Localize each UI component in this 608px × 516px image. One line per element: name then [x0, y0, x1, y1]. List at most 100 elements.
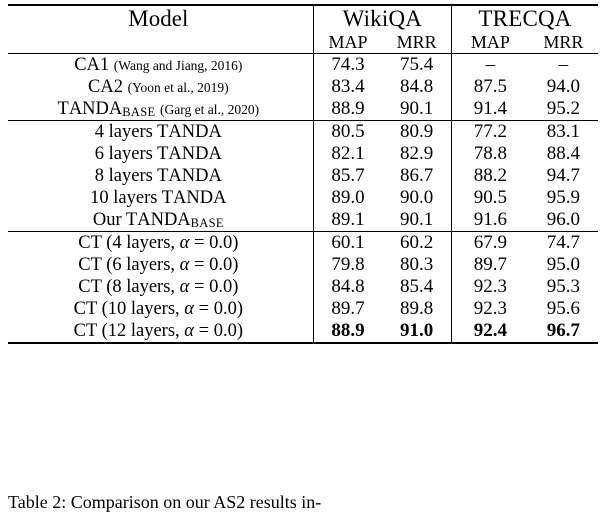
- cell-trecqa-mrr: 95.9: [546, 187, 581, 208]
- row-model-ca2: CA2 (Yoon et al., 2019): [8, 76, 313, 98]
- cell-wikiqa-map: 89.0: [312, 187, 383, 209]
- cell-wikiqa-mrr: 80.3: [400, 254, 434, 275]
- table-row: CT (8 layers, α = 0.0) 84.8 85.4 92.3 95…: [8, 276, 598, 298]
- cell-trecqa-map: 67.9: [451, 231, 529, 254]
- cell-wikiqa-map: 80.5: [312, 120, 383, 143]
- cell-wikiqa-mrr: 60.2: [382, 231, 452, 254]
- cell-trecqa-mrr: –: [528, 53, 598, 76]
- row-model-ct-8-layers: CT (8 layers, α = 0.0): [8, 276, 313, 298]
- header-wikiqa-map: MAP: [312, 32, 383, 54]
- model-name-smallcaps: ANDA: [137, 210, 191, 230]
- model-name: CT (4 layers,: [78, 233, 180, 253]
- model-name-smallcaps: ANDA: [168, 166, 222, 186]
- cell-wikiqa-mrr: 90.0: [400, 187, 434, 208]
- cell-trecqa-mrr: 95.2: [546, 98, 581, 119]
- cell-trecqa-map: 87.5: [451, 76, 529, 98]
- model-name: 4 layers T: [94, 122, 169, 142]
- alpha-value: = 0.0): [189, 277, 239, 297]
- cell-trecqa-mrr: 83.1: [528, 120, 598, 143]
- row-model-10-layers-tanda: 10 layers TANDA: [8, 187, 313, 209]
- cell-trecqa-map: 91.6: [451, 209, 529, 232]
- model-name: 8 layers T: [94, 166, 169, 186]
- model-name: 10 layers T: [90, 188, 174, 208]
- cell-wikiqa-map: 84.8: [312, 276, 383, 298]
- cell-trecqa-map: 78.8: [451, 143, 529, 165]
- table-row: CT (10 layers, α = 0.0) 89.7 89.8 92.3 9…: [8, 298, 598, 320]
- header-trecqa-map: MAP: [451, 32, 529, 54]
- table-row: CT (6 layers, α = 0.0) 79.8 80.3 89.7 95…: [8, 254, 598, 276]
- cell-trecqa-mrr: 96.0: [546, 209, 581, 230]
- cell-wikiqa-mrr: 80.9: [382, 120, 452, 143]
- model-citation: (Wang and Jiang, 2016): [113, 58, 243, 73]
- alpha-symbol: α: [179, 255, 190, 275]
- table-row: CT (4 layers, α = 0.0) 60.1 60.2 67.9 74…: [8, 231, 598, 254]
- cell-wikiqa-map: 60.1: [312, 231, 383, 254]
- cell-wikiqa-map: 88.9: [312, 320, 383, 344]
- model-name-smallcaps: ANDA: [168, 144, 222, 164]
- cell-trecqa-map: 92.3: [451, 298, 529, 320]
- model-name: CT (6 layers,: [78, 255, 180, 275]
- model-name-smallcaps: ANDA: [168, 122, 222, 142]
- table-row: TANDABASE (Garg et al., 2020) 88.9 90.1 …: [8, 98, 598, 121]
- row-model-ct-6-layers: CT (6 layers, α = 0.0): [8, 254, 313, 276]
- cell-wikiqa-map: 83.4: [312, 76, 383, 98]
- cell-wikiqa-mrr: 90.1: [400, 98, 434, 119]
- row-model-8-layers-tanda: 8 layers TANDA: [8, 165, 313, 187]
- cell-trecqa-map: 77.2: [451, 120, 529, 143]
- header-group-wikiqa: WikiQA: [312, 4, 452, 32]
- cell-wikiqa-map: 74.3: [312, 53, 383, 76]
- cell-wikiqa-map: 85.7: [312, 165, 383, 187]
- cell-trecqa-map: 89.7: [451, 254, 529, 276]
- cell-wikiqa-mrr: 82.9: [400, 143, 434, 164]
- cell-wikiqa-map: 89.1: [312, 209, 383, 232]
- model-name: CT (12 layers,: [73, 321, 185, 341]
- alpha-value: = 0.0): [194, 299, 243, 319]
- table-row: 4 layers TANDA 80.5 80.9 77.2 83.1: [8, 120, 598, 143]
- header-trecqa-mrr: MRR: [543, 32, 584, 52]
- model-name: CT (8 layers,: [78, 277, 180, 297]
- alpha-symbol: α: [179, 233, 190, 253]
- alpha-symbol: α: [184, 299, 195, 319]
- model-name: Our T: [92, 210, 138, 230]
- cell-trecqa-map: 90.5: [451, 187, 529, 209]
- model-name: CA1: [74, 55, 110, 75]
- alpha-value: = 0.0): [194, 321, 243, 341]
- cell-trecqa-mrr: 74.7: [528, 231, 598, 254]
- cell-trecqa-map: 92.3: [451, 276, 529, 298]
- model-citation: (Garg et al., 2020): [160, 102, 260, 117]
- alpha-symbol: α: [179, 277, 190, 297]
- cell-trecqa-map: 88.2: [451, 165, 529, 187]
- row-model-our-tanda-base: Our TANDABASE: [8, 209, 313, 232]
- cell-wikiqa-mrr: 86.7: [400, 165, 434, 186]
- cell-trecqa-mrr: 95.6: [546, 298, 581, 319]
- row-model-ct-4-layers: CT (4 layers, α = 0.0): [8, 231, 314, 254]
- model-name: T: [57, 99, 69, 119]
- table-row: 10 layers TANDA 89.0 90.0 90.5 95.9: [8, 187, 598, 209]
- cell-wikiqa-mrr: 90.1: [400, 209, 434, 230]
- table-row: 6 layers TANDA 82.1 82.9 78.8 88.4: [8, 143, 598, 165]
- alpha-value: = 0.0): [189, 233, 239, 253]
- row-model-ct-10-layers: CT (10 layers, α = 0.0): [8, 298, 313, 320]
- cell-trecqa-map: 91.4: [451, 98, 529, 121]
- table-row: CA1 (Wang and Jiang, 2016) 74.3 75.4 – –: [8, 53, 598, 76]
- cell-wikiqa-mrr: 75.4: [382, 53, 452, 76]
- cell-wikiqa-mrr: 89.8: [400, 298, 434, 319]
- cell-trecqa-mrr: 96.7: [528, 320, 598, 344]
- cell-trecqa-map: 92.4: [451, 320, 529, 344]
- cell-wikiqa-mrr: 85.4: [400, 276, 434, 297]
- header-group-trecqa: TRECQA: [451, 4, 598, 32]
- model-name: CT (10 layers,: [73, 299, 185, 319]
- cell-wikiqa-map: 79.8: [312, 254, 383, 276]
- header-model-label: Model: [8, 4, 314, 54]
- cell-trecqa-mrr: 88.4: [546, 143, 581, 164]
- model-name: CA2: [88, 77, 123, 97]
- model-name: 6 layers T: [94, 144, 169, 164]
- cell-wikiqa-map: 89.7: [312, 298, 383, 320]
- row-model-4-layers-tanda: 4 layers TANDA: [8, 120, 314, 143]
- header-wikiqa-mrr: MRR: [396, 32, 437, 52]
- model-name-smallcaps: ANDA: [68, 99, 123, 119]
- cell-wikiqa-map: 88.9: [312, 98, 383, 121]
- model-citation: (Yoon et al., 2019): [127, 80, 229, 95]
- model-name-smallcaps: ANDA: [173, 188, 227, 208]
- cell-trecqa-mrr: 95.3: [546, 276, 581, 297]
